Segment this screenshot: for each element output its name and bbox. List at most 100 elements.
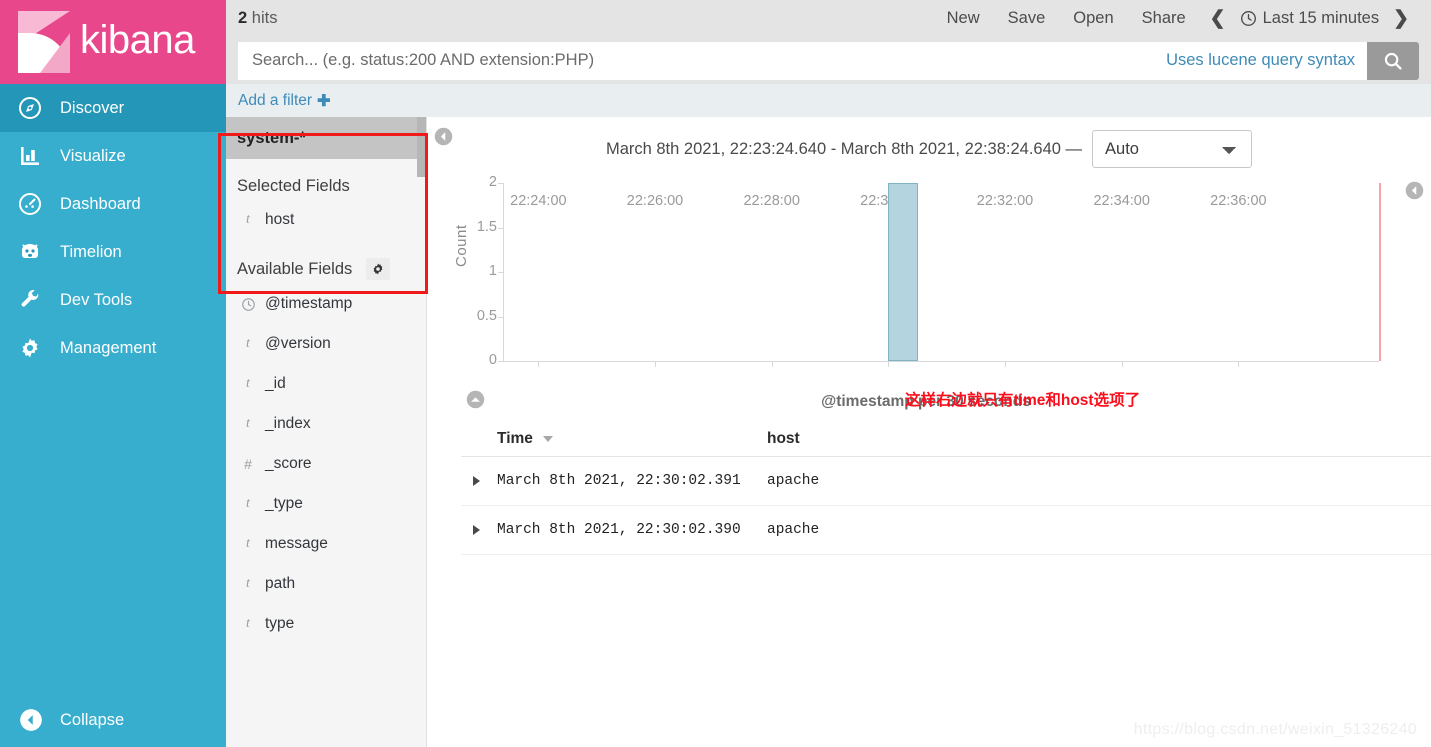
lucene-syntax-link[interactable]: Uses lucene query syntax	[1154, 51, 1367, 70]
timelion-icon	[18, 240, 48, 264]
save-button[interactable]: Save	[994, 9, 1060, 28]
open-button[interactable]: Open	[1059, 9, 1127, 28]
chart-plot-area[interactable]: 22:24:0022:26:0022:28:0022:30:0022:32:00…	[498, 183, 1381, 367]
chart-x-tick	[1005, 361, 1007, 367]
interval-select[interactable]: Auto Millisecond Second Minute Hourly Da…	[1092, 130, 1253, 168]
watermark: https://blog.csdn.net/weixin_51326240	[1133, 721, 1417, 738]
chart-y-axis: 0 0.5 1 1.5 2	[455, 174, 497, 368]
search-input[interactable]	[250, 50, 1155, 71]
chinese-annotation: 这样右边就只有time和host选项了	[905, 392, 1141, 409]
chart-x-tick	[888, 361, 890, 367]
top-toolbar: 2 hits New Save Open Share ❮ Last 15 min…	[226, 0, 1431, 37]
column-label: host	[767, 430, 800, 447]
chart-x-tick	[1121, 361, 1123, 367]
sort-desc-icon[interactable]	[543, 435, 554, 442]
chevron-left-icon[interactable]: ❮	[1200, 7, 1236, 30]
wrench-icon	[18, 288, 48, 312]
kibana-k-logo-icon	[18, 11, 70, 73]
selected-fields-label: Selected Fields	[237, 177, 350, 195]
table-row[interactable]: March 8th 2021, 22:30:02.391 apache	[461, 457, 1431, 506]
selected-field-host[interactable]: t host	[226, 200, 426, 240]
available-field-score[interactable]: # _score	[226, 444, 426, 484]
chart-x-tick-label: 22:36:00	[1210, 193, 1267, 209]
sidebar-item-management[interactable]: Management	[0, 324, 226, 372]
chart-x-tick-label: 22:28:00	[743, 193, 800, 209]
sidebar-item-label: Dev Tools	[60, 290, 133, 309]
kibana-logo[interactable]: kibana	[0, 0, 226, 84]
available-fields-label: Available Fields	[237, 259, 353, 278]
chart-y-tick-label: 1	[488, 263, 497, 279]
column-label: Time	[497, 430, 533, 447]
fields-scrollbar[interactable]	[417, 117, 426, 177]
available-field-version[interactable]: t @version	[226, 324, 426, 364]
available-field-type[interactable]: t type	[226, 604, 426, 644]
available-field-index[interactable]: t _index	[226, 404, 426, 444]
table-row[interactable]: March 8th 2021, 22:30:02.390 apache	[461, 506, 1431, 555]
field-name: _score	[265, 455, 312, 472]
share-button[interactable]: Share	[1128, 9, 1200, 28]
chart-time-marker	[1379, 183, 1381, 361]
chart-y-tick-label: 2	[488, 174, 497, 190]
sidebar-item-visualize[interactable]: Visualize	[0, 132, 226, 180]
search-box[interactable]: Uses lucene query syntax	[238, 41, 1367, 80]
search-submit-button[interactable]	[1367, 41, 1419, 80]
histogram-chart[interactable]: Count 0 0.5 1 1.5 2 22:24:00 22:26:00 22:28:00…	[427, 174, 1425, 410]
field-type-string-icon: t	[246, 496, 250, 511]
discover-content: system-* Selected Fields t host Availabl…	[226, 117, 1431, 747]
table-header-row: Time host	[461, 422, 1431, 457]
field-type-string-icon: t	[246, 416, 250, 431]
time-picker-button[interactable]: Last 15 minutes	[1236, 9, 1383, 28]
chart-y-tick	[498, 272, 504, 273]
expand-cell[interactable]	[461, 476, 497, 486]
field-type-date-icon	[237, 297, 259, 312]
field-name: path	[265, 575, 296, 592]
chart-y-tick	[498, 227, 504, 229]
available-field-id[interactable]: t _id	[226, 364, 426, 404]
caret-right-icon[interactable]	[473, 476, 480, 486]
available-field-timestamp[interactable]: @timestamp	[226, 284, 426, 324]
filter-bar: Add a filter ✚	[226, 84, 1431, 117]
chart-time-range: March 8th 2021, 22:23:24.640 - March 8th…	[605, 139, 1083, 158]
index-pattern-selector[interactable]: system-*	[226, 117, 426, 159]
new-button[interactable]: New	[933, 9, 994, 28]
chart-x-tick-label: 22:32:00	[976, 193, 1034, 209]
available-field-message[interactable]: t message	[226, 524, 426, 564]
gear-icon	[18, 336, 48, 360]
chart-y-tick-label: 0	[488, 352, 497, 368]
sidebar-item-label: Dashboard	[60, 194, 141, 213]
collapse-left-icon	[18, 707, 48, 733]
field-type-string-icon: t	[246, 576, 250, 591]
caret-right-icon[interactable]	[473, 525, 480, 535]
column-header-time[interactable]: Time	[497, 430, 767, 448]
chart-x-tick-label: 22:24:00	[510, 193, 567, 209]
collapse-left-icon[interactable]	[433, 126, 454, 147]
cell-host: apache	[767, 473, 820, 489]
cell-time: March 8th 2021, 22:30:02.390	[497, 522, 741, 538]
add-filter-button[interactable]: Add a filter ✚	[238, 91, 331, 111]
global-nav: kibana Discover Visualize Dashboard Time…	[0, 0, 226, 747]
chart-x-tick	[538, 361, 540, 367]
sidebar-item-timelion[interactable]: Timelion	[0, 228, 226, 276]
chart-x-tick	[655, 361, 657, 367]
field-type-string-icon: t	[246, 536, 250, 551]
available-fields-title: Available Fields	[226, 240, 426, 284]
column-header-host[interactable]: host	[767, 430, 1431, 448]
nav-collapse-button[interactable]: Collapse	[0, 693, 226, 747]
expand-cell[interactable]	[461, 525, 497, 535]
field-name: message	[265, 535, 328, 552]
sidebar-item-dashboard[interactable]: Dashboard	[0, 180, 226, 228]
nav-item-list: Discover Visualize Dashboard Timelion De…	[0, 84, 226, 693]
gear-icon[interactable]	[366, 258, 391, 280]
field-name: _type	[265, 495, 303, 512]
hits-counter: 2 hits	[238, 9, 277, 28]
chevron-right-icon[interactable]: ❯	[1383, 7, 1419, 30]
available-field-type-meta[interactable]: t _type	[226, 484, 426, 524]
sidebar-item-label: Timelion	[60, 242, 122, 261]
sidebar-item-discover[interactable]: Discover	[0, 84, 226, 132]
field-type-number-icon: #	[244, 456, 252, 472]
chart-bar[interactable]	[888, 183, 918, 361]
search-bar-row: Uses lucene query syntax	[226, 37, 1431, 84]
available-field-path[interactable]: t path	[226, 564, 426, 604]
sidebar-item-dev-tools[interactable]: Dev Tools	[0, 276, 226, 324]
compass-icon	[18, 96, 48, 120]
